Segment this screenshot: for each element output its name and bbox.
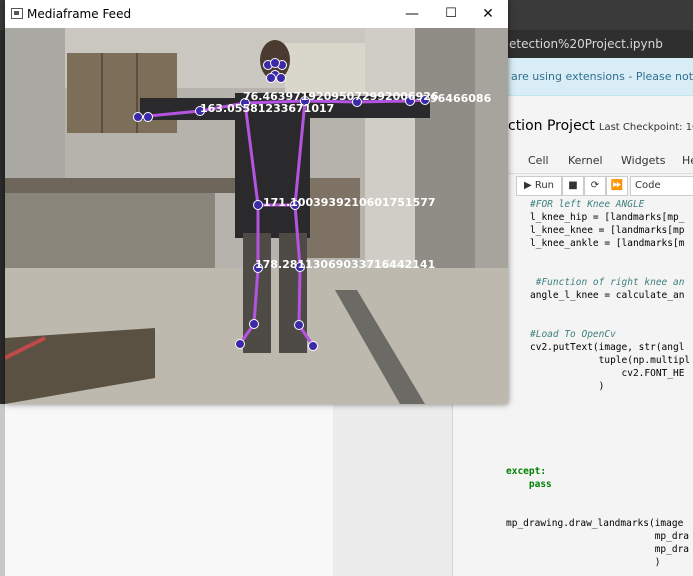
kitchen-cabinet xyxy=(67,53,177,133)
minimize-button[interactable]: — xyxy=(393,0,431,28)
pose-landmark-mouth1 xyxy=(266,73,276,83)
pose-landmark-lwrist2 xyxy=(143,112,153,122)
code-line: cv2.putText(image, str(angl xyxy=(530,342,685,353)
menu-help[interactable]: He xyxy=(682,154,693,167)
code-line: #FOR left Knee ANGLE xyxy=(530,199,645,210)
camera-feed: 76.46397192095072992006926 163.055812336… xyxy=(5,28,508,404)
notebook-toolbar: ▶ Run ■ ⟳ ⏩ Code xyxy=(508,176,693,198)
code-line: ) xyxy=(530,381,605,392)
pose-landmark-lhip xyxy=(253,200,263,210)
angle-label-knee: 178.28113069033716442141 xyxy=(255,258,435,271)
pose-landmark-lwrist xyxy=(133,112,143,122)
code-line: ) xyxy=(506,557,661,568)
code-line: #Load To OpenCv xyxy=(530,329,616,340)
browser-tab[interactable]: etection%20Project.ipynb xyxy=(505,30,693,58)
code-line: angle_l_knee = calculate_an xyxy=(530,290,685,301)
stop-icon[interactable]: ■ xyxy=(562,176,584,196)
checkpoint-status: Last Checkpoint: 10 m xyxy=(598,122,693,133)
counter-base xyxy=(5,193,215,273)
cell-type-select[interactable]: Code xyxy=(630,176,693,196)
code-line: l_knee_ankle = [landmarks[m xyxy=(530,238,685,249)
person-right-leg xyxy=(279,233,307,353)
code-line: l_knee_hip = [landmarks[mp_ xyxy=(530,212,685,223)
notebook-title[interactable]: ction Project xyxy=(508,118,595,134)
code-line: tuple(np.multipl xyxy=(530,355,691,366)
skeleton-bone xyxy=(297,266,302,326)
pose-landmark-rheel xyxy=(308,341,318,351)
maximize-button[interactable]: ☐ xyxy=(432,0,470,28)
pose-feed-canvas: 76.46397192095072992006926 163.055812336… xyxy=(5,28,508,404)
run-button[interactable]: ▶ Run xyxy=(516,176,562,196)
notebook-divider xyxy=(452,404,453,576)
pose-landmark-mouth2 xyxy=(276,73,286,83)
menu-kernel[interactable]: Kernel xyxy=(568,154,603,167)
desktop-background xyxy=(0,404,333,576)
upper-cabinet xyxy=(285,43,365,93)
notebook-menubar: Cell Kernel Widgets He xyxy=(508,148,693,174)
code-line: pass xyxy=(506,479,552,490)
window-title-bar[interactable]: Mediaframe Feed — ☐ ✕ xyxy=(5,0,508,28)
code-cell-knee[interactable]: #FOR left Knee ANGLE l_knee_hip = [landma… xyxy=(530,198,693,393)
pose-landmark-lank xyxy=(249,319,259,329)
desktop-edge xyxy=(0,404,5,576)
fast-forward-icon[interactable]: ⏩ xyxy=(606,176,628,196)
side-cabinet xyxy=(305,178,360,258)
pose-landmark-lheel xyxy=(235,339,245,349)
angle-label-wrist: 96466086 xyxy=(430,92,492,105)
menu-widgets[interactable]: Widgets xyxy=(621,154,665,167)
code-line: l_knee_knee = [landmarks[mp xyxy=(530,225,685,236)
code-line: mp_dra xyxy=(506,531,690,542)
code-line: except: xyxy=(506,466,547,477)
browser-tab-title: etection%20Project.ipynb xyxy=(509,37,663,51)
app-window-icon xyxy=(11,8,23,19)
counter-top xyxy=(5,178,245,193)
close-button[interactable]: ✕ xyxy=(469,0,507,28)
code-line: mp_dra xyxy=(506,544,690,555)
code-line: cv2.FONT_HE xyxy=(530,368,685,379)
angle-label-elbow: 163.05581233671017 xyxy=(200,102,334,115)
pose-landmark-rank xyxy=(294,320,304,330)
angle-label-hip: 171.1003939210601751577 xyxy=(263,196,436,209)
extensions-notice: are using extensions - Please note that … xyxy=(505,58,693,96)
notebook-left-margin xyxy=(333,404,453,576)
restart-icon[interactable]: ⟳ xyxy=(584,176,606,196)
mediaframe-window: Mediaframe Feed — ☐ ✕ 76.463971920950729… xyxy=(5,0,508,404)
code-line: #Function of right knee an xyxy=(530,277,685,288)
code-line: mp_drawing.draw_landmarks(image xyxy=(506,518,684,529)
code-cell-draw[interactable]: except: pass mp_drawing.draw_landmarks(i… xyxy=(506,465,693,569)
menu-cell[interactable]: Cell xyxy=(528,154,549,167)
notebook-header: ction ProjectLast Checkpoint: 10 m xyxy=(508,118,693,134)
window-title: Mediaframe Feed xyxy=(27,7,132,21)
pose-landmark-eye3 xyxy=(270,58,280,68)
